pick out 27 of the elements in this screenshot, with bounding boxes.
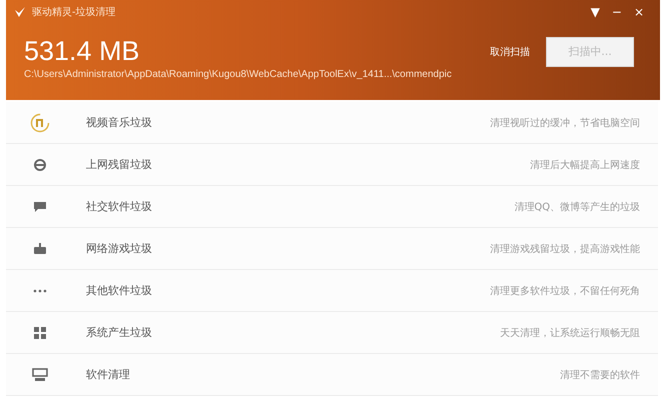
category-name: 其他软件垃圾 — [86, 283, 153, 298]
category-name: 软件清理 — [86, 367, 131, 382]
category-description: 清理后大幅提高上网速度 — [530, 158, 640, 172]
close-button[interactable]: × — [628, 5, 650, 19]
category-description: 清理游戏残留垃圾，提高游戏性能 — [490, 242, 640, 256]
category-description: 清理不需要的软件 — [560, 368, 640, 382]
category-description: 清理视听过的缓冲，节省电脑空间 — [490, 116, 640, 130]
dropdown-button[interactable]: ▼ — [584, 5, 606, 19]
logo-icon — [14, 6, 26, 18]
scan-path: C:\Users\Administrator\AppData\Roaming\Kugou8\WebCache\AppToolEx\v_1411...\commendpic — [23, 69, 453, 80]
chat-bubble-icon — [33, 200, 47, 212]
windows-icon — [34, 326, 46, 338]
music-note-icon — [30, 112, 50, 132]
cancel-scan-link[interactable]: 取消扫描 — [490, 44, 530, 58]
category-description: 清理QQ、微博等产生的垃圾 — [514, 200, 640, 214]
category-name: 社交软件垃圾 — [86, 199, 153, 214]
monitor-icon — [32, 368, 48, 382]
category-name: 视频音乐垃圾 — [86, 115, 153, 130]
category-name: 网络游戏垃圾 — [86, 241, 153, 256]
junk-size: 531.4 MB — [23, 36, 141, 67]
minimize-button[interactable]: − — [606, 5, 628, 19]
category-name: 系统产生垃圾 — [86, 325, 153, 340]
dots-icon — [33, 288, 47, 292]
category-name: 上网残留垃圾 — [86, 157, 153, 172]
category-description: 清理更多软件垃圾，不留任何死角 — [490, 284, 640, 298]
window-title: 驱动精灵-垃圾清理 — [32, 6, 117, 19]
category-description: 天天清理，让系统运行顺畅无阻 — [500, 326, 640, 340]
